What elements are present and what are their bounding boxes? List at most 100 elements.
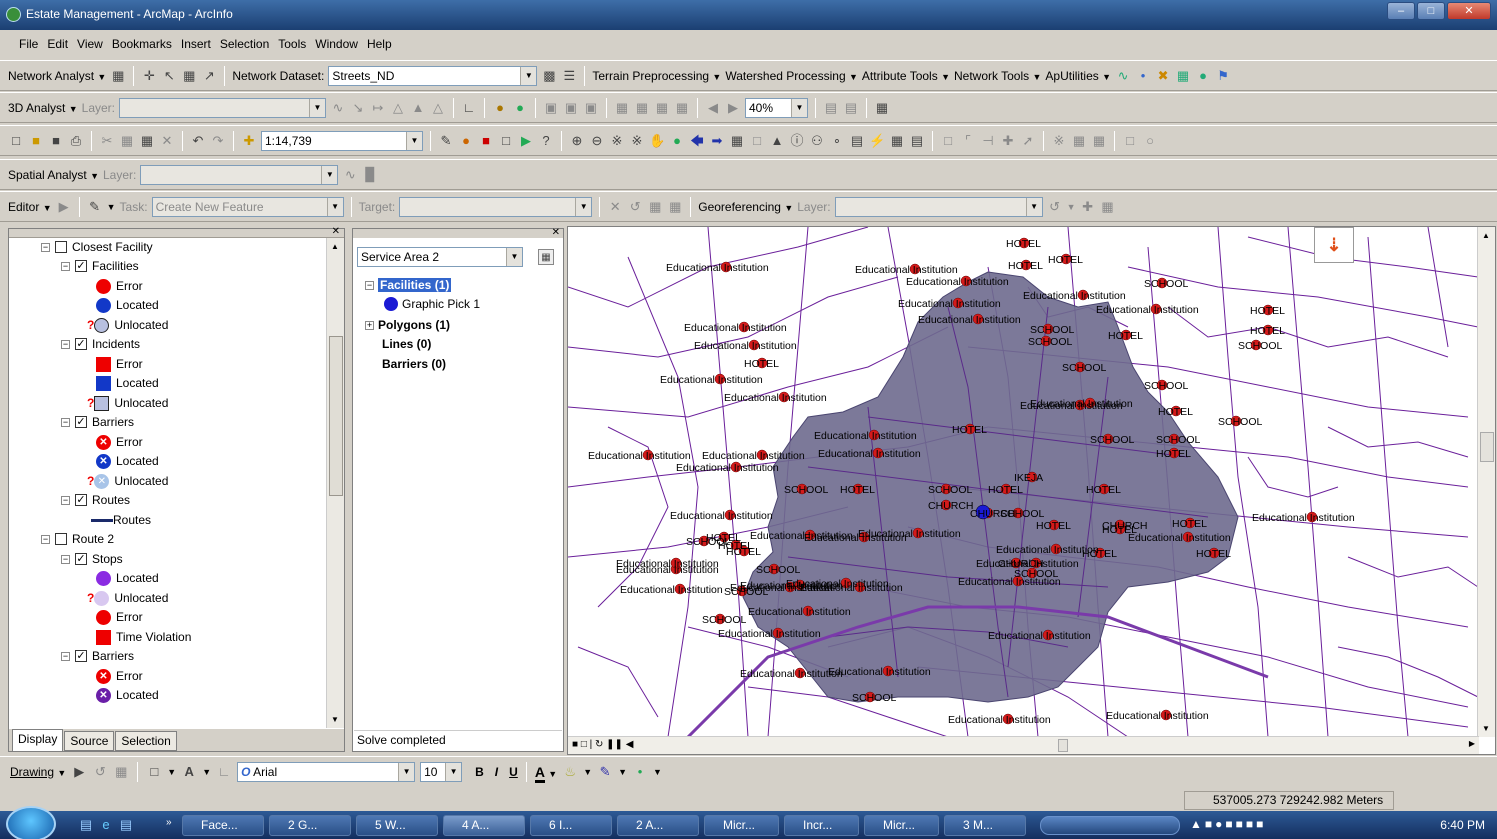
network-tools-menu[interactable]: Network Tools ▼ (954, 69, 1041, 83)
georef-layer-combo[interactable]: ▼ (834, 196, 1043, 217)
menu-view[interactable]: View (77, 37, 103, 51)
delete-icon[interactable]: ✕ (159, 133, 175, 149)
zoom-to-selected-icon[interactable]: ▦ (113, 764, 129, 780)
drawing-menu[interactable]: Drawing ▼ (10, 765, 66, 779)
sketch-tool-icon[interactable]: ✎ (87, 199, 103, 215)
map-canvas[interactable]: HOTEL HOTEL HOTEL Educational Institution Ed… (568, 227, 1479, 737)
taskbar-button-2[interactable]: 2 G... (269, 815, 351, 836)
font-size-combo[interactable]: 10 ▼ (420, 761, 463, 782)
rotate-element-icon[interactable]: ↺ (92, 764, 108, 780)
zoom-in-icon[interactable]: ▣ (543, 100, 559, 116)
open-icon[interactable]: ■ (28, 133, 44, 149)
map-vertical-scrollbar[interactable]: ▲ ▼ (1477, 227, 1495, 737)
close-button[interactable]: ✕ (1447, 2, 1491, 20)
taskbar-button-6[interactable]: 2 A... (617, 815, 699, 836)
underline-button[interactable]: U (509, 765, 518, 779)
menu-edit[interactable]: Edit (47, 37, 68, 51)
bold-button[interactable]: B (475, 765, 484, 779)
taskbar-button-4[interactable]: 4 A... (443, 815, 525, 836)
cut-icon[interactable]: ✂ (99, 133, 115, 149)
na-window-icon[interactable]: ▦ (110, 68, 126, 84)
measure-icon[interactable]: ▤ (849, 133, 865, 149)
tab-source[interactable]: Source (64, 731, 115, 751)
na-barriers-class[interactable]: Barriers (0) (382, 357, 446, 371)
link-table-icon[interactable]: ▦ (1100, 199, 1116, 215)
select-elements-tool-icon[interactable]: ▶ (71, 764, 87, 780)
toc-layer-closest-facility[interactable]: − Closest Facility (41, 238, 153, 256)
menu-tools[interactable]: Tools (278, 37, 306, 51)
editor-toolbar-icon[interactable]: ✎ (438, 133, 454, 149)
rotate-georef-icon[interactable]: ↺ (1047, 199, 1063, 215)
georef-tool-2-icon[interactable]: ⌜ (960, 133, 976, 149)
globe-icon[interactable]: ● (1195, 68, 1211, 84)
quicklaunch-icon[interactable]: ▤ (118, 817, 134, 833)
show-desktop-icon[interactable]: ▤ (78, 817, 94, 833)
find-icon[interactable]: ⚇ (809, 133, 825, 149)
rectangle-icon[interactable]: □ (1122, 133, 1138, 149)
time-slider-icon[interactable]: ▤ (909, 133, 925, 149)
map-tips-icon[interactable]: ⇣ (1314, 227, 1354, 263)
print-icon[interactable]: ⎙ (68, 133, 84, 149)
back-extent-icon[interactable]: 🡄 (689, 133, 705, 149)
redo-icon[interactable]: ↷ (210, 133, 226, 149)
georef-tool-3-icon[interactable]: ⊣ (980, 133, 996, 149)
3d-analyst-menu[interactable]: 3D Analyst ▼ (8, 101, 78, 115)
zoom-percent-combo[interactable]: 40% ▼ (745, 97, 808, 118)
full-extent-icon[interactable]: ▣ (583, 100, 599, 116)
georeferencing-menu[interactable]: Georeferencing ▼ (698, 200, 793, 214)
profile-graph-icon[interactable]: ∟ (461, 100, 477, 116)
attribute-tools-menu[interactable]: Attribute Tools ▼ (862, 69, 950, 83)
georef-tool-4-icon[interactable]: ✚ (1000, 133, 1016, 149)
profile-icon[interactable]: △ (390, 100, 406, 116)
solve-icon[interactable]: ↗ (201, 68, 217, 84)
toc-close-icon[interactable]: ✕ (332, 226, 340, 237)
toc-layer-route-barriers[interactable]: − ✓ Barriers (61, 647, 134, 665)
3d-layer-combo[interactable]: ▼ (119, 97, 326, 118)
clear-selection-icon[interactable]: □ (749, 133, 765, 149)
toc-layer-route-2[interactable]: − Route 2 (41, 530, 114, 548)
zoom-in-tool-icon[interactable]: ⊕ (569, 133, 585, 149)
fill-color-icon[interactable]: ♨ (562, 764, 578, 780)
arcscene-icon[interactable]: ● (492, 100, 508, 116)
georef-tool-1-icon[interactable]: □ (940, 133, 956, 149)
toc-layer-barriers[interactable]: − ✓ Barriers (61, 413, 134, 431)
fixed-zoom-in-icon[interactable]: ※ (609, 133, 625, 149)
page-icon[interactable]: ▦ (614, 100, 630, 116)
menu-help[interactable]: Help (367, 37, 392, 51)
marker-color-icon[interactable]: • (632, 764, 648, 780)
full-extent-globe-icon[interactable]: ● (669, 133, 685, 149)
add-control-points-icon[interactable]: ✚ (1080, 199, 1096, 215)
taskbar-button-10[interactable]: 3 M... (944, 815, 1026, 836)
georef-tool-5-icon[interactable]: ➚ (1020, 133, 1036, 149)
focus-frame-icon[interactable]: ▤ (843, 100, 859, 116)
toc-layer-routes[interactable]: − ✓ Routes (61, 491, 130, 509)
edit-tool-icon[interactable]: ▶ (56, 199, 72, 215)
menu-file[interactable]: File (19, 37, 38, 51)
taskbar-button-1[interactable]: Face... (182, 815, 264, 836)
minimize-button[interactable]: – (1387, 2, 1415, 20)
font-combo[interactable]: O Arial ▼ (237, 761, 416, 782)
taskbar-button-3[interactable]: 5 W... (356, 815, 438, 836)
na-close-icon[interactable]: ✕ (552, 227, 560, 238)
histogram-icon[interactable]: ▉ (362, 167, 378, 183)
taskbar-button-9[interactable]: Micr... (864, 815, 939, 836)
new-text-icon[interactable]: A (181, 764, 197, 780)
zoom-out-tool-icon[interactable]: ⊖ (589, 133, 605, 149)
menu-selection[interactable]: Selection (220, 37, 269, 51)
html-popup-icon[interactable]: ▦ (889, 133, 905, 149)
attributes-icon[interactable]: ▦ (647, 199, 663, 215)
build-network-icon[interactable]: ▦ (181, 68, 197, 84)
prev-extent-icon[interactable]: ◀ (705, 100, 721, 116)
select-features-icon[interactable]: ▦ (729, 133, 745, 149)
go-to-xy-icon[interactable]: ∘ (829, 133, 845, 149)
na-lines-class[interactable]: Lines (0) (382, 337, 431, 351)
cross-icon[interactable]: ✖ (1155, 68, 1171, 84)
interpolate-icon[interactable]: ▲ (410, 100, 426, 116)
rotate-tool-icon[interactable]: ↺ (627, 199, 643, 215)
taskbar-button-8[interactable]: Incr... (784, 815, 859, 836)
analysis-layer-combo[interactable]: Service Area 2 ▼ (357, 247, 523, 267)
na-polygons-class[interactable]: + Polygons (1) (365, 318, 450, 332)
menu-insert[interactable]: Insert (181, 37, 211, 51)
next-extent-icon[interactable]: ▶ (725, 100, 741, 116)
toc-layer-incidents[interactable]: − ✓ Incidents (61, 335, 140, 353)
